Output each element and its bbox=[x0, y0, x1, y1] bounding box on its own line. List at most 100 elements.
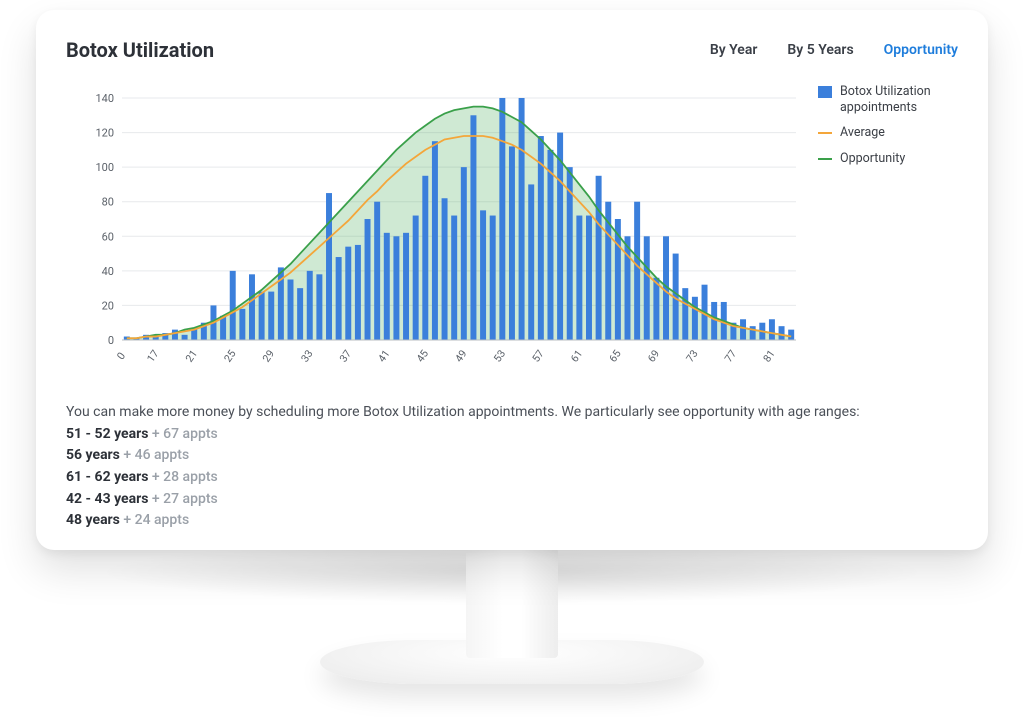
bar bbox=[249, 274, 255, 340]
opportunity-appts: + 24 appts bbox=[120, 512, 189, 528]
bar bbox=[788, 330, 794, 340]
opportunity-intro: You can make more money by scheduling mo… bbox=[66, 402, 958, 424]
bar bbox=[740, 319, 746, 340]
svg-text:0: 0 bbox=[114, 350, 128, 362]
opportunity-range: 48 years bbox=[66, 512, 120, 528]
bar bbox=[779, 326, 785, 340]
svg-text:37: 37 bbox=[337, 347, 354, 364]
opportunity-row: 51 - 52 years + 67 appts bbox=[66, 424, 958, 446]
opportunity-row: 56 years + 46 appts bbox=[66, 445, 958, 467]
chart-svg: 0204060801001201400172125293337414549535… bbox=[66, 84, 806, 384]
opportunity-row: 61 - 62 years + 28 appts bbox=[66, 467, 958, 489]
svg-text:100: 100 bbox=[95, 161, 114, 174]
bar bbox=[509, 146, 515, 340]
bar bbox=[499, 98, 505, 340]
svg-text:41: 41 bbox=[375, 347, 392, 364]
svg-text:81: 81 bbox=[760, 347, 777, 364]
bar bbox=[336, 257, 342, 340]
chart-area: 0204060801001201400172125293337414549535… bbox=[66, 84, 958, 384]
bar bbox=[297, 288, 303, 340]
legend-label-opportunity: Opportunity bbox=[840, 151, 905, 167]
bar bbox=[547, 150, 553, 340]
bar bbox=[413, 216, 419, 340]
bar bbox=[576, 216, 582, 340]
bar bbox=[326, 193, 332, 340]
bar bbox=[365, 219, 371, 340]
svg-text:77: 77 bbox=[722, 347, 739, 364]
svg-text:73: 73 bbox=[683, 347, 700, 364]
bar bbox=[268, 292, 274, 340]
opportunity-range: 51 - 52 years bbox=[66, 426, 148, 442]
svg-text:0: 0 bbox=[108, 334, 114, 347]
opportunity-summary: You can make more money by scheduling mo… bbox=[66, 402, 958, 532]
legend-label-bars: Botox Utilization appointments bbox=[840, 84, 950, 115]
svg-text:21: 21 bbox=[183, 347, 200, 364]
bar bbox=[345, 247, 351, 340]
svg-text:45: 45 bbox=[414, 347, 431, 364]
legend-swatch-average bbox=[818, 132, 832, 134]
bar bbox=[528, 184, 534, 340]
opportunity-row: 48 years + 24 appts bbox=[66, 510, 958, 532]
bar bbox=[461, 167, 467, 340]
svg-text:80: 80 bbox=[102, 196, 114, 209]
svg-text:20: 20 bbox=[102, 299, 114, 312]
bar bbox=[374, 202, 380, 340]
bar bbox=[239, 309, 245, 340]
bar bbox=[682, 288, 688, 340]
svg-text:49: 49 bbox=[452, 347, 469, 364]
opportunity-appts: + 28 appts bbox=[148, 469, 217, 485]
tab-by-5-years[interactable]: By 5 Years bbox=[787, 42, 853, 58]
bar bbox=[692, 297, 698, 340]
page-title: Botox Utilization bbox=[66, 38, 214, 62]
svg-text:40: 40 bbox=[102, 265, 114, 278]
bar bbox=[172, 330, 178, 340]
legend-label-average: Average bbox=[840, 125, 885, 141]
bar bbox=[480, 210, 486, 340]
bar bbox=[750, 326, 756, 340]
monitor-frame: Botox Utilization By Year By 5 Years Opp… bbox=[36, 10, 988, 550]
svg-text:33: 33 bbox=[298, 347, 315, 364]
legend-swatch-bars bbox=[818, 86, 832, 98]
svg-text:120: 120 bbox=[95, 127, 114, 140]
svg-text:29: 29 bbox=[260, 347, 277, 364]
bar bbox=[432, 141, 438, 340]
legend-item-opportunity: Opportunity bbox=[818, 151, 950, 167]
tabs: By Year By 5 Years Opportunity bbox=[710, 42, 958, 58]
opportunity-appts: + 27 appts bbox=[148, 491, 217, 507]
bar bbox=[644, 236, 650, 340]
svg-text:25: 25 bbox=[221, 347, 238, 364]
bar bbox=[711, 302, 717, 340]
monitor-neck bbox=[466, 548, 558, 658]
bar bbox=[634, 202, 640, 340]
legend-swatch-opportunity bbox=[818, 158, 832, 160]
bar bbox=[259, 292, 265, 340]
bar bbox=[596, 176, 602, 340]
svg-text:60: 60 bbox=[102, 230, 114, 243]
bar bbox=[442, 198, 448, 340]
opportunity-range: 56 years bbox=[66, 447, 120, 463]
bar bbox=[586, 216, 592, 340]
opportunity-row: 42 - 43 years + 27 appts bbox=[66, 489, 958, 511]
bar bbox=[182, 335, 188, 340]
tab-opportunity[interactable]: Opportunity bbox=[884, 42, 958, 58]
legend-item-average: Average bbox=[818, 125, 950, 141]
bar bbox=[403, 233, 409, 340]
bar bbox=[519, 98, 525, 340]
svg-text:17: 17 bbox=[144, 347, 161, 364]
svg-text:69: 69 bbox=[645, 347, 662, 364]
bar bbox=[490, 216, 496, 340]
svg-text:65: 65 bbox=[606, 347, 623, 364]
legend-item-bars: Botox Utilization appointments bbox=[818, 84, 950, 115]
opportunity-range: 42 - 43 years bbox=[66, 491, 148, 507]
opportunity-appts: + 46 appts bbox=[120, 447, 189, 463]
bar bbox=[451, 216, 457, 340]
legend: Botox Utilization appointments Average O… bbox=[818, 84, 950, 177]
header: Botox Utilization By Year By 5 Years Opp… bbox=[66, 38, 958, 62]
bar bbox=[769, 319, 775, 340]
tab-by-year[interactable]: By Year bbox=[710, 42, 758, 58]
bar bbox=[653, 278, 659, 340]
svg-text:61: 61 bbox=[568, 347, 585, 364]
bar bbox=[307, 271, 313, 340]
svg-text:140: 140 bbox=[95, 92, 114, 105]
bar bbox=[355, 245, 361, 340]
